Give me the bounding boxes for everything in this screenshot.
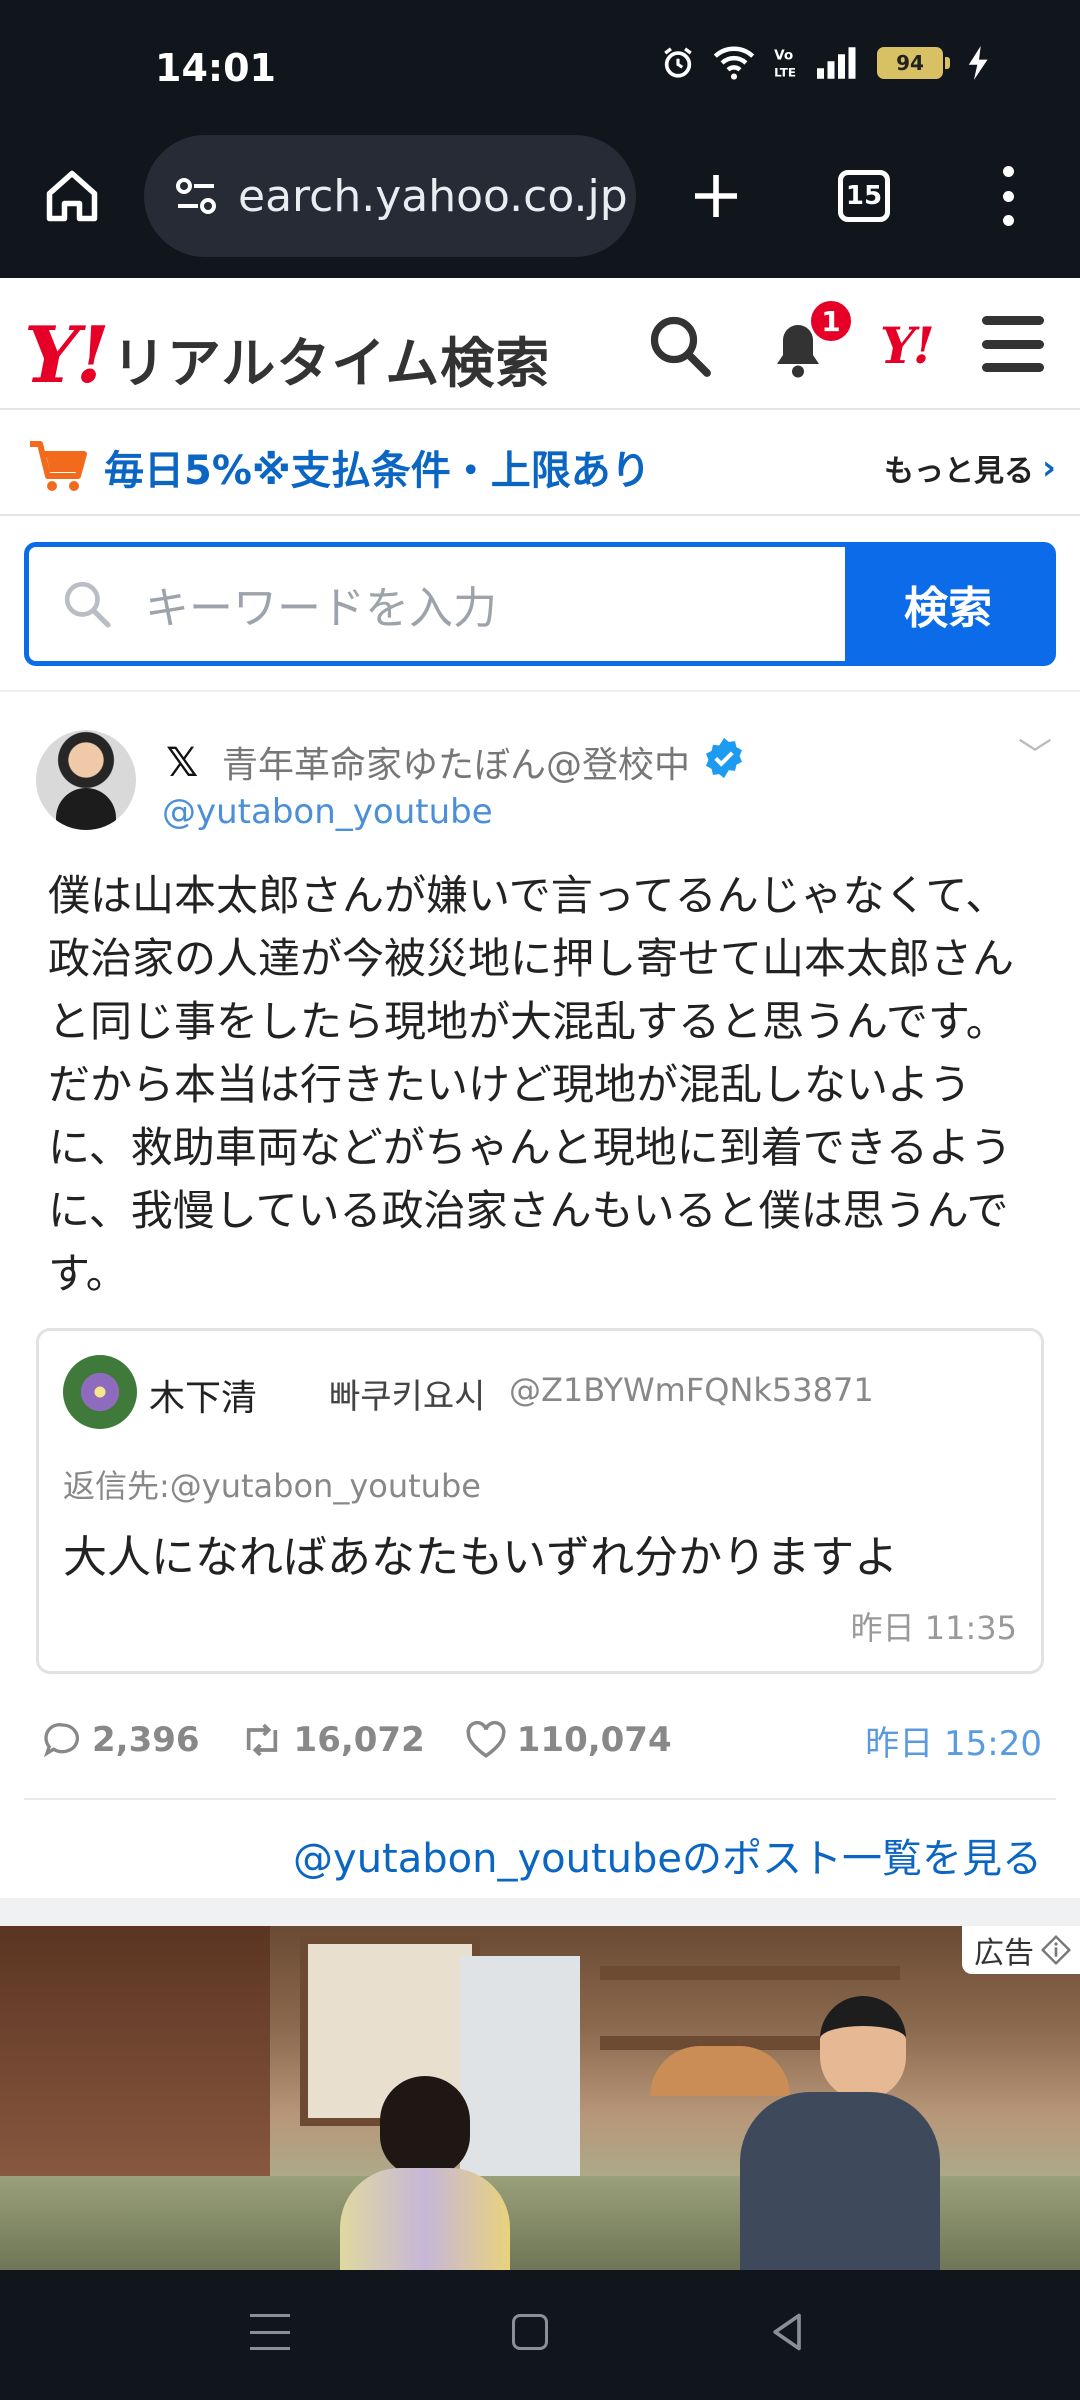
ad-label[interactable]: 広告 bbox=[962, 1926, 1080, 1974]
charging-icon bbox=[968, 46, 988, 80]
new-tab-button[interactable] bbox=[680, 160, 752, 232]
wifi-icon bbox=[713, 46, 755, 80]
browser-menu-button[interactable] bbox=[988, 160, 1028, 232]
chevron-down-icon[interactable]: ﹀ bbox=[1018, 728, 1052, 777]
menu-dot bbox=[1002, 190, 1014, 202]
alarm-icon bbox=[664, 47, 692, 78]
repost-icon bbox=[246, 1723, 277, 1757]
ad-label-text: 広告 bbox=[974, 1936, 1034, 1971]
hamburger-menu-icon[interactable] bbox=[982, 316, 1044, 372]
url-bar[interactable]: earch.yahoo.co.jp bbox=[144, 135, 636, 257]
menu-dot bbox=[1002, 215, 1014, 226]
quoted-post[interactable]: 木下清 빠쿠키요시 @Z1BYWmFQNk53871 返信先:@yutabon_… bbox=[36, 1328, 1044, 1674]
yahoo-logo-mark: Y! bbox=[24, 310, 110, 401]
view-all-posts-link[interactable]: @yutabon_youtubeのポスト一覧を見る bbox=[293, 1826, 1042, 1884]
quote-reply-to: 返信先:@yutabon_youtube bbox=[63, 1467, 481, 1505]
info-icon bbox=[1040, 1934, 1072, 1966]
promo-text: 毎日5%※支払条件・上限あり bbox=[104, 448, 651, 494]
browser-toolbar: earch.yahoo.co.jp 15 bbox=[0, 130, 1080, 278]
system-navigation-bar bbox=[0, 2270, 1080, 2400]
url-text: earch.yahoo.co.jp bbox=[238, 170, 628, 222]
quote-author-name: 木下清 bbox=[149, 1378, 258, 1419]
chevron-right-icon: › bbox=[1041, 448, 1056, 488]
back-icon[interactable] bbox=[766, 2310, 810, 2354]
author-name[interactable]: 青年革命家ゆたぼん@登校中 bbox=[222, 736, 690, 788]
battery-nub bbox=[945, 57, 950, 69]
search-form: キーワードを入力 検索 bbox=[24, 542, 1056, 666]
search-icon[interactable] bbox=[644, 310, 716, 382]
post-body: 僕は山本太郎さんが嫌いで言ってるんじゃなくて、政治家の人達が今被災地に押し寄せて… bbox=[48, 871, 1015, 1298]
repost-count[interactable]: 16,072 bbox=[240, 1720, 425, 1760]
quote-author-handle: @Z1BYWmFQNk53871 bbox=[509, 1371, 874, 1409]
recent-apps-button[interactable] bbox=[250, 2314, 290, 2350]
ad-scene-person bbox=[700, 1996, 940, 2270]
menu-dot bbox=[1002, 166, 1014, 177]
home-nav-button[interactable] bbox=[512, 2314, 548, 2350]
reply-icon bbox=[43, 1723, 80, 1758]
reply-count-value: 2,396 bbox=[92, 1720, 200, 1760]
avatar[interactable] bbox=[36, 730, 136, 830]
signal-icon bbox=[817, 47, 856, 79]
like-count-value: 110,074 bbox=[516, 1720, 672, 1760]
status-time: 14:01 bbox=[155, 46, 276, 90]
menu-line bbox=[250, 2330, 290, 2334]
section-gap bbox=[0, 1898, 1080, 1926]
post-metrics: 2,396 16,072 110,074 昨日 15:20 bbox=[42, 1710, 1042, 1770]
menu-line bbox=[250, 2314, 290, 2317]
promo-more-link[interactable]: もっと見る › bbox=[884, 446, 1056, 490]
battery-icon: 94 bbox=[877, 47, 943, 79]
yahoo-logo-text: リアルタイム検索 bbox=[111, 332, 551, 395]
avatar bbox=[63, 1355, 137, 1429]
hamburger-line bbox=[982, 363, 1044, 372]
hamburger-line bbox=[982, 339, 1044, 349]
ad-scene-shelf bbox=[600, 1966, 900, 1980]
quote-author-alias: 빠쿠키요시 bbox=[329, 1377, 486, 1417]
search-button[interactable]: 検索 bbox=[845, 547, 1051, 661]
ad-image[interactable] bbox=[0, 1926, 1080, 2270]
like-count[interactable]: 110,074 bbox=[465, 1720, 672, 1760]
quote-timestamp: 昨日 11:35 bbox=[850, 1609, 1017, 1647]
author-handle[interactable]: @yutabon_youtube bbox=[162, 792, 493, 832]
yahoo-home-logo[interactable]: Y! bbox=[880, 316, 935, 375]
post-timestamp[interactable]: 昨日 15:20 bbox=[865, 1716, 1042, 1765]
yahoo-realtime-logo[interactable]: Y! リアルタイム検索 bbox=[24, 310, 550, 401]
shopping-cart-icon bbox=[30, 441, 87, 491]
heart-icon bbox=[466, 1720, 506, 1758]
repost-count-value: 16,072 bbox=[293, 1720, 425, 1760]
volte-icon: Vo LTE bbox=[774, 48, 796, 80]
menu-line bbox=[250, 2347, 290, 2350]
search-input[interactable]: キーワードを入力 bbox=[29, 547, 845, 661]
status-icons: Vo LTE 94 bbox=[661, 46, 990, 80]
verified-badge-icon bbox=[706, 737, 742, 779]
promo-more-label: もっと見る bbox=[883, 454, 1034, 489]
post-card: 𝕏 青年革命家ゆたぼん@登校中 @yutabon_youtube ﹀ 僕は山本太… bbox=[0, 690, 1080, 1898]
svg-text:LTE: LTE bbox=[774, 66, 796, 80]
divider bbox=[24, 1798, 1056, 1800]
notification-badge: 1 bbox=[808, 298, 854, 344]
x-logo-icon: 𝕏 bbox=[166, 740, 199, 786]
site-settings-icon bbox=[176, 178, 216, 214]
hamburger-line bbox=[982, 316, 1044, 325]
home-icon bbox=[46, 170, 98, 222]
plus-icon bbox=[695, 175, 737, 217]
search-placeholder: キーワードを入力 bbox=[145, 583, 497, 634]
yahoo-header: Y! リアルタイム検索 1 Y! bbox=[0, 280, 1080, 410]
search-icon bbox=[64, 581, 111, 628]
tab-switcher-button[interactable]: 15 bbox=[838, 170, 890, 222]
reply-count[interactable]: 2,396 bbox=[42, 1720, 200, 1760]
ad-scene-person bbox=[340, 2076, 510, 2270]
status-bar: 14:01 Vo LTE 94 bbox=[0, 0, 1080, 130]
svg-text:Vo: Vo bbox=[774, 48, 793, 64]
quote-text: 大人になればあなたもいずれ分かりますよ bbox=[63, 1532, 899, 1583]
home-button[interactable] bbox=[36, 160, 108, 232]
promo-banner[interactable]: 毎日5%※支払条件・上限あり もっと見る › bbox=[0, 412, 1080, 516]
